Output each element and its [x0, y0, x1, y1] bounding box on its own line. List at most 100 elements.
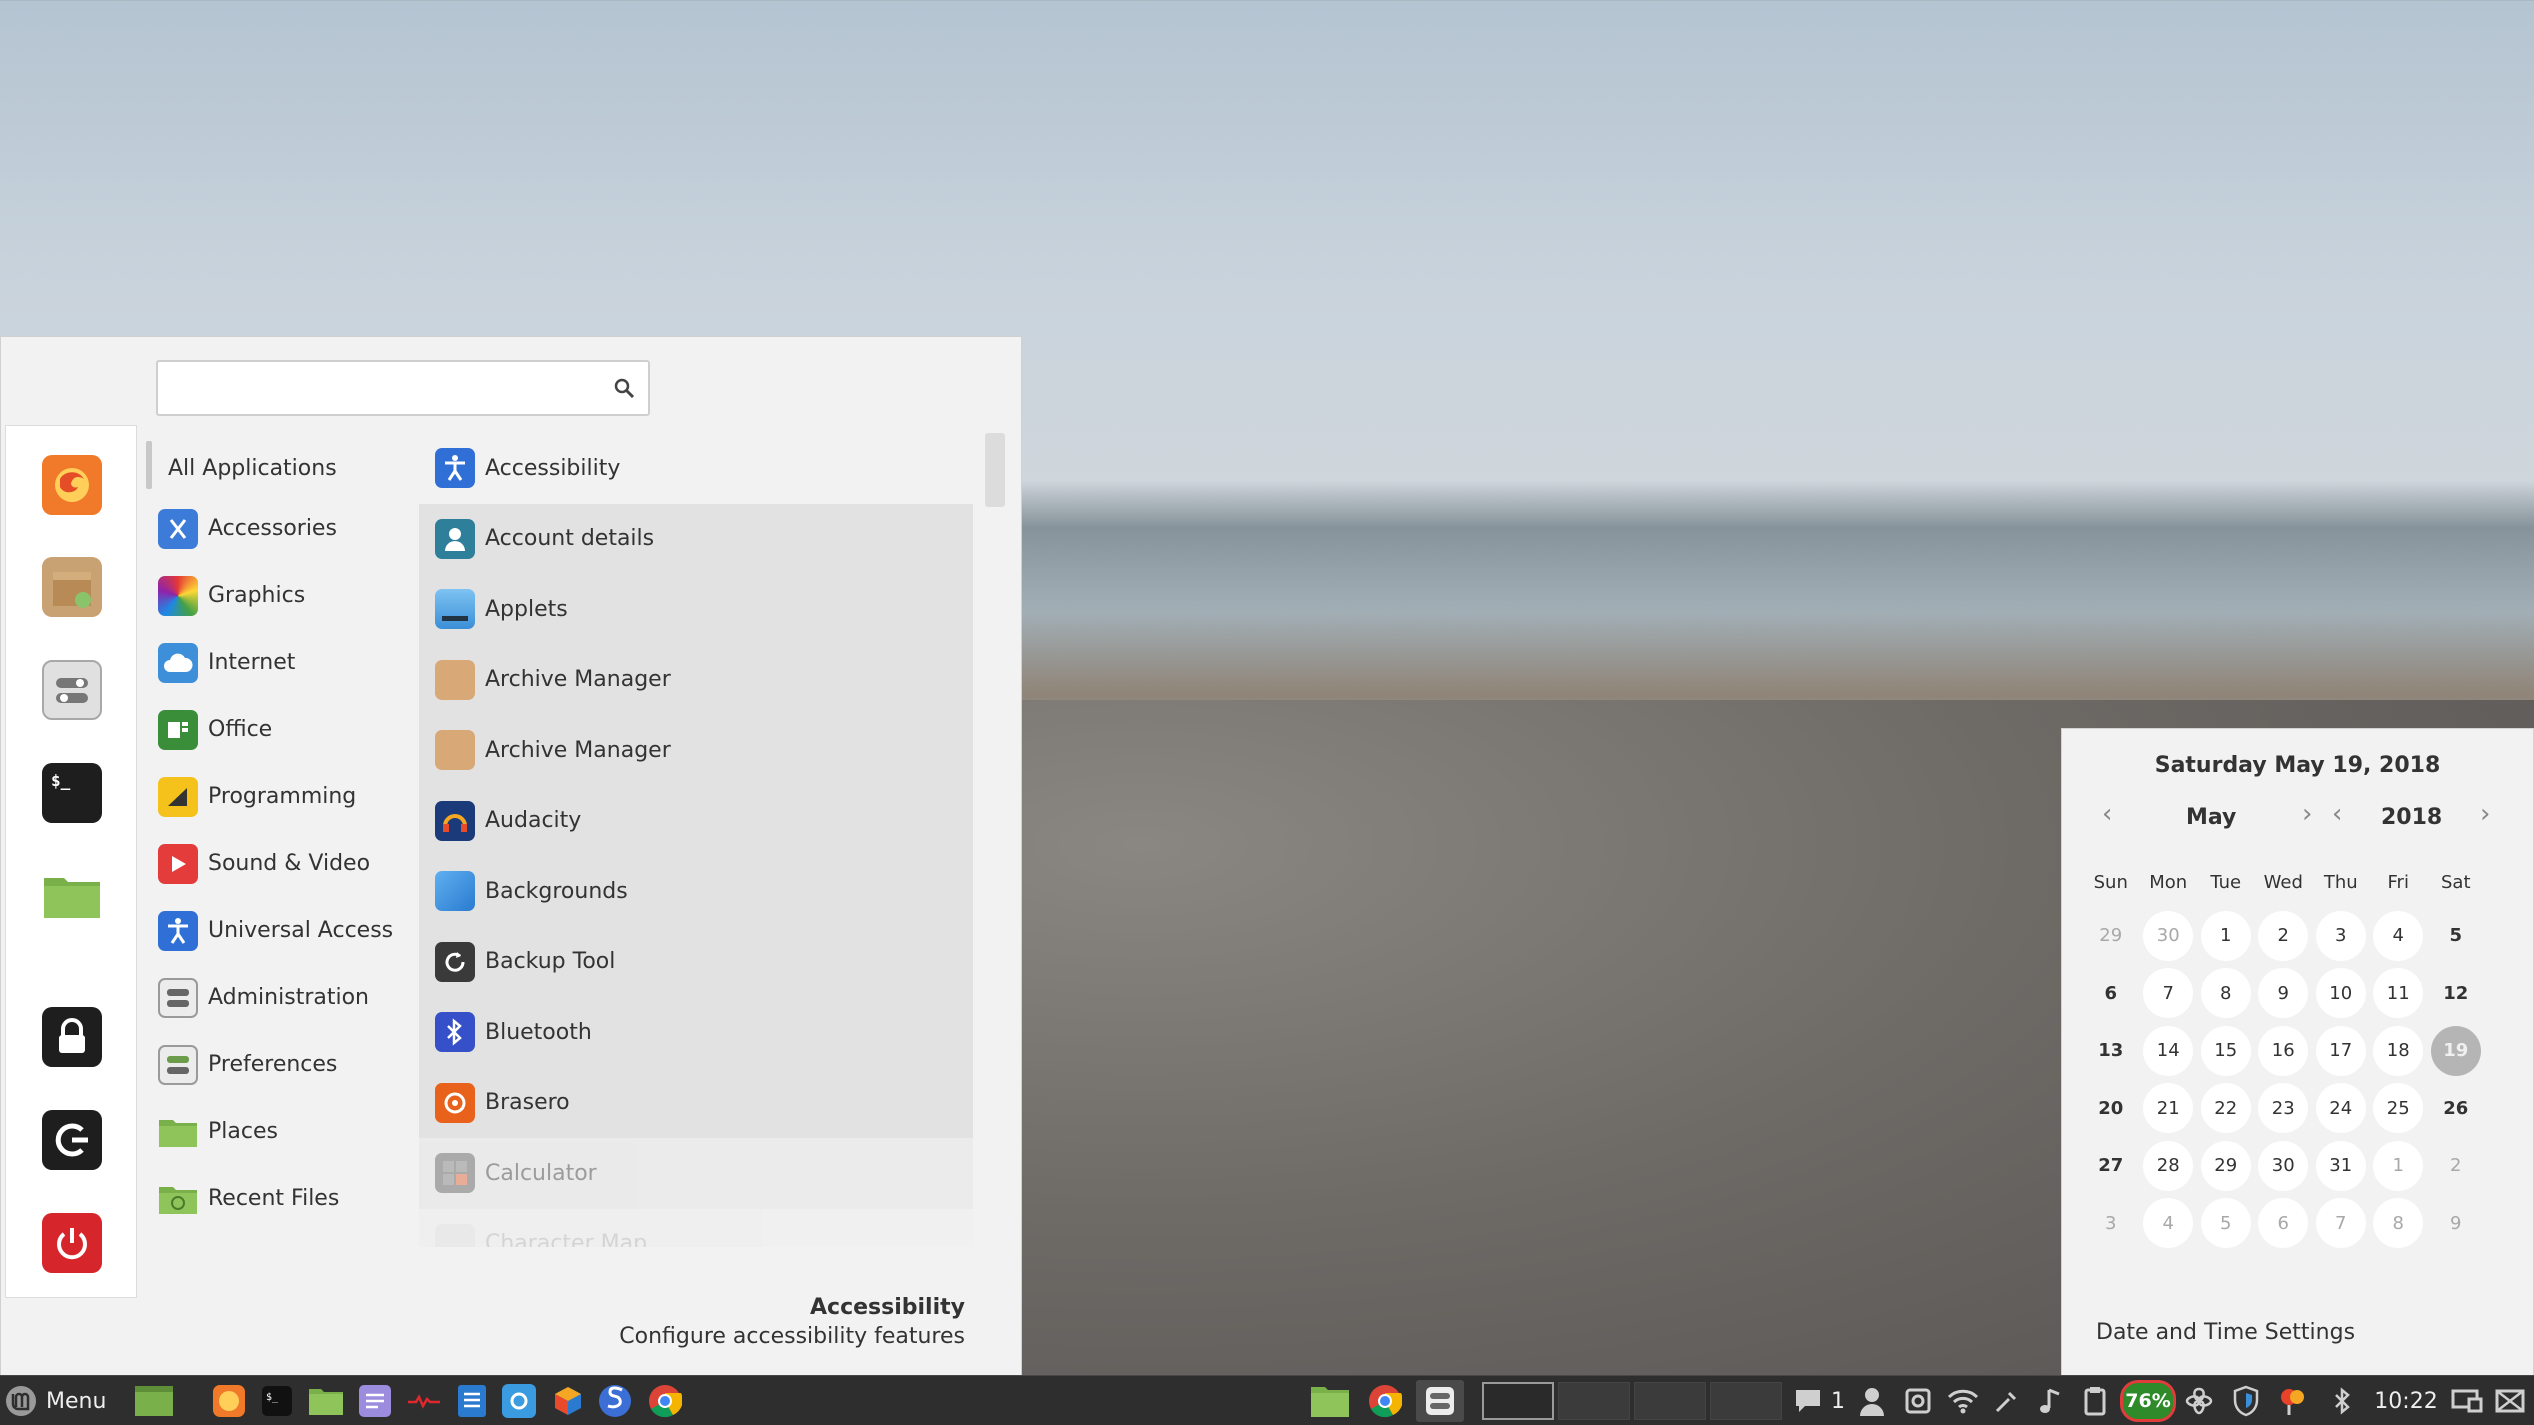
calendar-day[interactable]: 9 — [2427, 1198, 2485, 1248]
calendar-day[interactable]: 7 — [2140, 968, 2198, 1019]
power-icon[interactable] — [42, 1213, 102, 1273]
sound-icon[interactable] — [2036, 1384, 2066, 1418]
panel-menu-button[interactable]: Menu — [4, 1376, 106, 1425]
app-account-details[interactable]: Account details — [419, 503, 973, 574]
calendar-day[interactable]: 20 — [2082, 1083, 2140, 1133]
panel-system-monitor-icon[interactable] — [406, 1384, 442, 1418]
calendar-day[interactable]: 31 — [2312, 1140, 2370, 1191]
category-sound-video[interactable]: Sound & Video — [146, 830, 416, 897]
calendar-day[interactable]: 9 — [2255, 968, 2313, 1019]
panel-terminal-icon[interactable]: $_ — [262, 1384, 292, 1418]
calendar-day[interactable]: 29 — [2082, 911, 2140, 961]
application-list-scrollbar[interactable] — [985, 433, 1005, 507]
app-audacity[interactable]: Audacity — [419, 785, 973, 856]
calendar-day[interactable]: 11 — [2370, 968, 2428, 1019]
workspace-1[interactable] — [1482, 1382, 1554, 1420]
mail-icon[interactable] — [2494, 1384, 2526, 1418]
app-bluetooth[interactable]: Bluetooth — [419, 997, 973, 1068]
calendar-day[interactable]: 19 — [2427, 1025, 2485, 1076]
calendar-day[interactable]: 14 — [2140, 1025, 2198, 1076]
calendar-day[interactable]: 24 — [2312, 1083, 2370, 1134]
panel-window-chrome-icon[interactable] — [1366, 1384, 1404, 1418]
calendar-day[interactable]: 18 — [2370, 1025, 2428, 1076]
panel-window-files-icon[interactable] — [1310, 1384, 1350, 1418]
calendar-day[interactable]: 5 — [2427, 911, 2485, 961]
calendar-day[interactable]: 6 — [2255, 1198, 2313, 1249]
app-character-map[interactable]: Character Map — [419, 1208, 973, 1247]
system-update-icon[interactable] — [2182, 1384, 2216, 1418]
calendar-day[interactable]: 25 — [2370, 1083, 2428, 1134]
workspace-2[interactable] — [1558, 1382, 1630, 1420]
category-office[interactable]: Office — [146, 696, 416, 763]
calendar-day[interactable]: 13 — [2082, 1026, 2140, 1076]
calendar-day[interactable]: 17 — [2312, 1025, 2370, 1076]
redshift-icon[interactable] — [2276, 1384, 2310, 1418]
calendar-day[interactable]: 8 — [2197, 968, 2255, 1019]
app-backgrounds[interactable]: Backgrounds — [419, 856, 973, 927]
settings-toggle-icon[interactable] — [42, 660, 102, 720]
app-applets[interactable]: Applets — [419, 574, 973, 645]
color-picker-icon[interactable] — [1992, 1384, 2022, 1418]
calendar-day[interactable]: 29 — [2197, 1140, 2255, 1191]
category-graphics[interactable]: Graphics — [146, 562, 416, 629]
menu-search-box[interactable] — [156, 360, 650, 416]
calendar-day[interactable]: 27 — [2082, 1141, 2140, 1191]
shield-icon[interactable] — [2230, 1384, 2262, 1418]
calendar-day[interactable]: 28 — [2140, 1140, 2198, 1191]
calendar-day[interactable]: 2 — [2255, 910, 2313, 961]
calendar-day[interactable]: 12 — [2427, 968, 2485, 1018]
category-places[interactable]: Places — [146, 1098, 416, 1165]
next-month-chevron-icon[interactable]: › — [2302, 799, 2312, 829]
panel-chrome-icon[interactable] — [648, 1384, 682, 1418]
category-accessories[interactable]: Accessories — [146, 495, 416, 562]
notifications-icon[interactable] — [1792, 1384, 1824, 1418]
menu-search-input[interactable] — [170, 370, 590, 406]
calendar-day[interactable]: 10 — [2312, 968, 2370, 1019]
clipboard-icon[interactable] — [2080, 1384, 2110, 1418]
panel-clock[interactable]: 10:22 — [2366, 1384, 2446, 1418]
screenshot-icon[interactable] — [1902, 1384, 1934, 1418]
panel-firefox-icon[interactable] — [212, 1384, 246, 1418]
terminal-icon[interactable]: $_ — [42, 763, 102, 823]
category-recent-files[interactable]: Recent Files — [146, 1165, 416, 1232]
app-archive-manager[interactable]: Archive Manager — [419, 644, 973, 715]
wifi-icon[interactable] — [1946, 1384, 1980, 1418]
calendar-day[interactable]: 21 — [2140, 1083, 2198, 1134]
category-preferences[interactable]: Preferences — [146, 1031, 416, 1098]
calendar-day[interactable]: 1 — [2370, 1140, 2428, 1191]
calendar-day[interactable]: 7 — [2312, 1198, 2370, 1249]
panel-virtualbox-icon[interactable] — [552, 1384, 584, 1418]
calendar-day[interactable]: 22 — [2197, 1083, 2255, 1134]
bluetooth-tray-icon[interactable] — [2330, 1384, 2356, 1418]
calendar-day[interactable]: 26 — [2427, 1083, 2485, 1133]
calendar-day[interactable]: 5 — [2197, 1198, 2255, 1249]
calendar-day[interactable]: 16 — [2255, 1025, 2313, 1076]
package-icon[interactable] — [42, 557, 102, 617]
search-icon[interactable] — [612, 376, 636, 400]
app-calculator[interactable]: Calculator — [419, 1138, 973, 1209]
workspace-4[interactable] — [1710, 1382, 1782, 1420]
panel-mintinstall-icon[interactable] — [502, 1384, 536, 1418]
workspace-3[interactable] — [1634, 1382, 1706, 1420]
battery-indicator[interactable]: 76% — [2120, 1380, 2176, 1422]
app-archive-manager-2[interactable]: Archive Manager — [419, 715, 973, 786]
panel-text-editor-icon[interactable] — [358, 1384, 392, 1418]
calendar-day[interactable]: 4 — [2140, 1198, 2198, 1249]
calendar-day[interactable]: 6 — [2082, 968, 2140, 1018]
next-year-chevron-icon[interactable]: › — [2480, 799, 2490, 829]
calendar-day[interactable]: 3 — [2312, 910, 2370, 961]
folder-icon[interactable] — [42, 866, 102, 926]
show-desktop-icon[interactable] — [134, 1384, 174, 1418]
panel-document-icon[interactable] — [456, 1384, 488, 1418]
lock-icon[interactable] — [42, 1007, 102, 1067]
display-icon[interactable] — [2450, 1384, 2484, 1418]
calendar-day[interactable]: 30 — [2255, 1140, 2313, 1191]
panel-window-settings-icon[interactable] — [1416, 1380, 1464, 1422]
panel-simplenote-icon[interactable] — [598, 1384, 632, 1418]
category-universal-access[interactable]: Universal Access — [146, 897, 416, 964]
logout-icon[interactable] — [42, 1110, 102, 1170]
calendar-day[interactable]: 2 — [2427, 1141, 2485, 1191]
calendar-day[interactable]: 23 — [2255, 1083, 2313, 1134]
app-backup-tool[interactable]: Backup Tool — [419, 926, 973, 997]
prev-year-chevron-icon[interactable]: ‹ — [2332, 799, 2342, 829]
